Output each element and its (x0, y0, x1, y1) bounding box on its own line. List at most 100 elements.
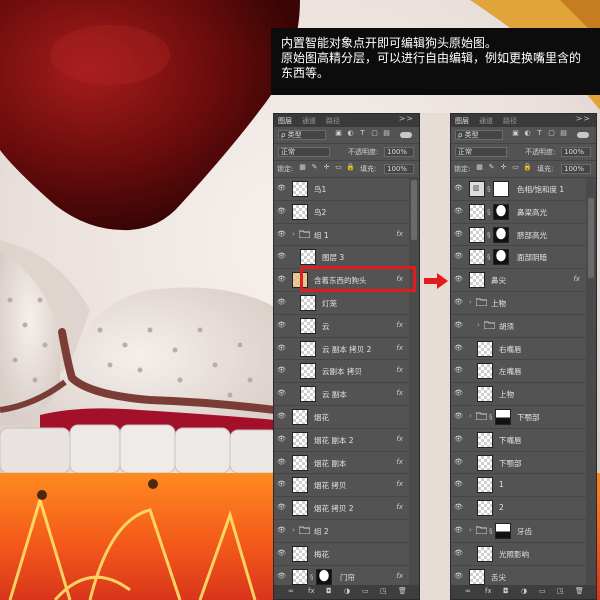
layer-thumbnail[interactable] (300, 363, 316, 380)
lock-all-icon[interactable]: 🔒 (523, 163, 532, 172)
layer-row[interactable]: 👁 云 fx (274, 315, 409, 338)
adjustment-icon[interactable]: ◑ (521, 587, 527, 595)
visibility-eye-icon[interactable]: 👁 (277, 549, 286, 558)
layer-mask-thumbnail[interactable] (493, 226, 509, 243)
panel-collapse-icon[interactable]: >> (576, 114, 591, 123)
layer-row[interactable]: 👁 烟花 拷贝 fx (274, 474, 409, 498)
layer-name[interactable]: 脐部高光 (517, 230, 547, 241)
lock-position-icon[interactable]: ✛ (322, 163, 331, 172)
layer-thumbnail[interactable] (300, 340, 316, 357)
opacity-field[interactable]: 100% (384, 147, 414, 157)
layer-name[interactable]: 梅花 (314, 549, 329, 560)
visibility-eye-icon[interactable]: 👁 (454, 230, 463, 239)
layer-thumbnail[interactable] (477, 386, 493, 403)
layer-name[interactable]: 下颚部 (499, 458, 522, 469)
expand-chevron-icon[interactable]: › (469, 526, 472, 534)
visibility-eye-icon[interactable]: 👁 (454, 435, 463, 444)
layer-name[interactable]: 1 (499, 480, 504, 489)
expand-chevron-icon[interactable]: › (477, 321, 480, 329)
new-group-icon[interactable]: ▭ (539, 587, 546, 595)
layer-thumbnail[interactable] (300, 386, 316, 403)
layer-name[interactable]: 烟花 副本 2 (314, 435, 354, 446)
layer-row[interactable]: 👁 灯笼 (274, 292, 409, 315)
trash-icon[interactable]: 🗑 (575, 587, 584, 595)
blend-mode-select[interactable]: 正常 (455, 147, 507, 157)
expand-chevron-icon[interactable]: › (292, 526, 295, 534)
visibility-eye-icon[interactable]: 👁 (277, 458, 286, 467)
link-icon[interactable]: ∞ (465, 587, 471, 595)
lock-artboard-icon[interactable]: ▭ (511, 163, 520, 172)
layer-row[interactable]: 👁 › 上物 (451, 292, 586, 315)
fx-icon[interactable]: fx (485, 587, 492, 595)
layer-row[interactable]: 👁 烟花 (274, 406, 409, 429)
layer-thumbnail[interactable] (469, 249, 485, 266)
layer-thumbnail[interactable] (292, 568, 308, 585)
layer-row[interactable]: 👁 下嘴唇 (451, 429, 586, 452)
layer-thumbnail[interactable] (292, 477, 308, 494)
image-filter-icon[interactable]: ▣ (511, 129, 520, 138)
layer-name[interactable]: 牙齿 (517, 526, 532, 537)
layer-row[interactable]: 👁 › § 牙齿 (451, 520, 586, 543)
visibility-eye-icon[interactable]: 👁 (277, 435, 286, 444)
type-filter-icon[interactable]: T (358, 129, 367, 138)
tab-channels[interactable]: 通道 (302, 116, 316, 126)
lock-transparent-icon[interactable]: ▦ (475, 163, 484, 172)
layer-row[interactable]: 👁 § 面部阴暗 (451, 246, 586, 270)
layer-thumbnail[interactable] (477, 363, 493, 380)
visibility-eye-icon[interactable]: 👁 (454, 458, 463, 467)
tab-paths[interactable]: 路径 (503, 116, 517, 126)
layer-name[interactable]: 灯笼 (322, 298, 337, 309)
layer-name[interactable]: 云 副本 (322, 389, 347, 400)
adjust-filter-icon[interactable]: ◐ (346, 129, 355, 138)
layer-kind-filter[interactable]: ρ 类型 (278, 130, 326, 140)
fill-field[interactable]: 100% (561, 164, 591, 174)
layer-thumbnail[interactable] (477, 431, 493, 448)
layer-effects-icon[interactable]: fx (396, 480, 403, 488)
layer-row[interactable]: 👁 舌尖 (451, 566, 586, 585)
visibility-eye-icon[interactable]: 👁 (277, 480, 286, 489)
layer-row[interactable]: 👁 光照影响 (451, 543, 586, 566)
filter-toggle[interactable] (400, 132, 412, 138)
visibility-eye-icon[interactable]: 👁 (454, 503, 463, 512)
visibility-eye-icon[interactable]: 👁 (454, 412, 463, 421)
layer-thumbnail[interactable] (300, 294, 316, 311)
layer-name[interactable]: 胡须 (499, 321, 514, 332)
smart-filter-icon[interactable]: ▤ (382, 129, 391, 138)
tab-layers[interactable]: 图层 (455, 116, 469, 126)
layer-name[interactable]: 云 (322, 321, 330, 332)
layer-name[interactable]: 门帘 (340, 572, 355, 583)
layer-name[interactable]: 烟花 (314, 412, 329, 423)
layer-kind-filter[interactable]: ρ 类型 (455, 130, 503, 140)
adjust-filter-icon[interactable]: ◐ (523, 129, 532, 138)
layer-row[interactable]: 👁 上物 (451, 383, 586, 406)
layer-row[interactable]: 👁 § 鼻梁高光 (451, 201, 586, 224)
visibility-eye-icon[interactable]: 👁 (277, 389, 286, 398)
visibility-eye-icon[interactable]: 👁 (277, 412, 286, 421)
layer-thumbnail[interactable] (292, 203, 308, 220)
layer-row[interactable]: 👁 烟花 副本 fx (274, 452, 409, 475)
lock-position-icon[interactable]: ✛ (499, 163, 508, 172)
visibility-eye-icon[interactable]: 👁 (454, 480, 463, 489)
adjustment-icon[interactable]: ◑ (344, 587, 350, 595)
type-filter-icon[interactable]: T (535, 129, 544, 138)
layer-row[interactable]: 👁 § 门帘 fx (274, 566, 409, 585)
layer-thumbnail[interactable] (469, 568, 485, 585)
layer-name[interactable]: 鼻梁高光 (517, 207, 547, 218)
layer-name[interactable]: 鸟1 (314, 184, 326, 195)
new-layer-icon[interactable]: ◳ (557, 587, 564, 595)
layer-thumbnail[interactable] (292, 500, 308, 517)
layer-row[interactable]: 👁 1 (451, 474, 586, 498)
visibility-eye-icon[interactable]: 👁 (277, 344, 286, 353)
expand-chevron-icon[interactable]: › (292, 230, 295, 238)
layer-name[interactable]: 云 副本 拷贝 2 (322, 344, 371, 355)
lock-pixels-icon[interactable]: ✎ (487, 163, 496, 172)
lock-all-icon[interactable]: 🔒 (346, 163, 355, 172)
layer-row[interactable]: 👁 ▥ § 色相/饱和度 1 (451, 178, 586, 201)
visibility-eye-icon[interactable]: 👁 (277, 503, 286, 512)
tab-layers[interactable]: 图层 (278, 116, 292, 126)
layer-name[interactable]: 组 2 (314, 526, 329, 537)
link-icon[interactable]: ∞ (288, 587, 294, 595)
layer-thumbnail[interactable]: ▥ (469, 181, 485, 197)
layer-name[interactable]: 烟花 拷贝 2 (314, 503, 354, 514)
layer-scrollbar[interactable] (586, 178, 596, 585)
